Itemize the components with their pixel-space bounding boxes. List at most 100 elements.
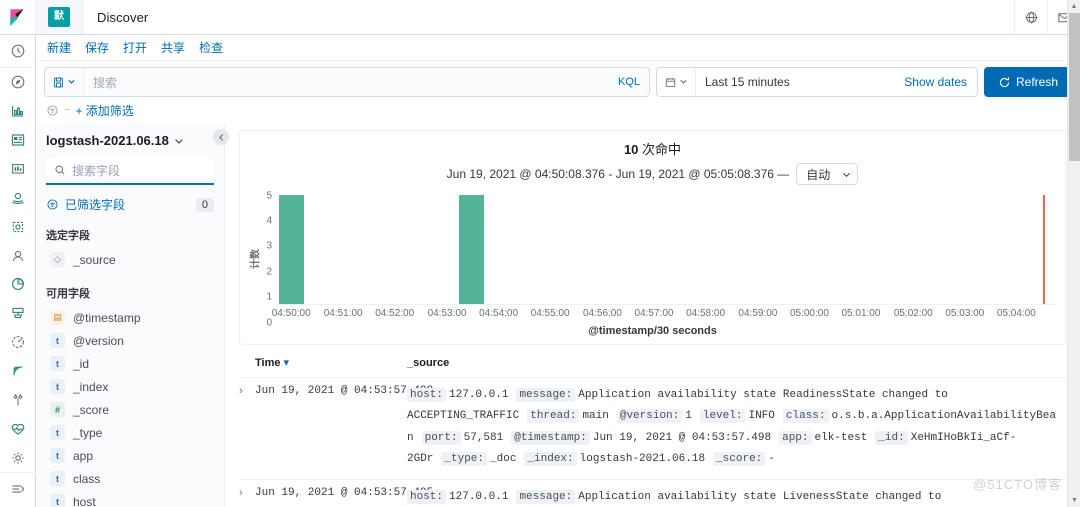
page-scrollbar[interactable]: ▲ ▼ — [1067, 0, 1080, 507]
page-title: Discover — [97, 9, 149, 25]
sidebar-item-uptime[interactable] — [0, 241, 36, 270]
sidebar-item-devtools[interactable] — [0, 386, 36, 415]
field-search-placeholder: 搜索字段 — [72, 163, 121, 178]
histogram-chart[interactable]: 计数 0 1 2 3 4 5 04:50:00 04:51:00 04:52:0… — [240, 191, 1065, 329]
sidebar-item-visualize[interactable] — [0, 97, 36, 126]
help-globe-icon[interactable] — [1014, 0, 1047, 34]
x-axis-ticks: 04:50:00 04:51:00 04:52:00 04:53:00 04:5… — [272, 307, 1057, 323]
field-value: elk-test — [814, 431, 868, 444]
sidebar-item-graph[interactable] — [0, 270, 36, 299]
field-label: _source — [73, 252, 116, 267]
gear-icon — [11, 452, 24, 464]
collapse-nav-button[interactable] — [0, 472, 36, 505]
sidebar-item-maps[interactable] — [0, 183, 36, 212]
query-bar: 搜索 KQL Last 15 minutes Show dates Refres… — [36, 61, 1080, 97]
selected-fields-title: 选定字段 — [46, 230, 90, 242]
hits-count: 10 — [623, 142, 639, 157]
collapse-sidebar-button[interactable] — [213, 129, 229, 145]
x-tick: 04:54:00 — [479, 308, 519, 319]
query-language-button[interactable]: KQL — [609, 76, 649, 88]
space-badge[interactable]: 默 — [36, 0, 83, 34]
add-filter-button[interactable]: + 添加筛选 — [75, 102, 133, 119]
saved-query-button[interactable] — [45, 68, 84, 96]
field-value: 1 — [685, 410, 692, 423]
filter-icon[interactable] — [46, 104, 59, 117]
time-column-header[interactable]: Time ▾ — [255, 354, 407, 378]
documents-table-wrapper: Time ▾ _source › Jun 19, 2021 @ 04:53:57… — [239, 354, 1066, 507]
sidebar-item-canvas[interactable] — [0, 154, 36, 183]
interval-select[interactable]: 自动 — [796, 163, 859, 185]
field-type-string-icon: t — [50, 379, 65, 394]
menu-save[interactable]: 保存 — [78, 36, 116, 60]
search-input-wrapper[interactable]: 搜索 KQL — [44, 67, 650, 97]
field-type-number-icon: # — [50, 402, 65, 417]
sidebar-item-metrics[interactable] — [0, 328, 36, 357]
show-dates-button[interactable]: Show dates — [894, 75, 977, 89]
field-key: app: — [779, 430, 812, 445]
scroll-up-arrow[interactable]: ▲ — [1068, 0, 1080, 13]
user-icon — [12, 250, 23, 261]
field-item-index[interactable]: t _index — [36, 375, 224, 398]
sidebar-item-machine-learning[interactable] — [0, 212, 36, 241]
expand-column-header — [239, 354, 255, 378]
graph-icon — [11, 278, 24, 291]
expand-row-button[interactable]: › — [239, 479, 255, 507]
histogram-bar[interactable] — [458, 195, 484, 304]
field-item-class[interactable]: t class — [36, 467, 224, 490]
date-picker[interactable]: Last 15 minutes Show dates — [656, 67, 978, 97]
scroll-down-arrow[interactable]: ▼ — [1068, 494, 1080, 507]
sidebar-item-discover[interactable] — [0, 68, 36, 97]
field-item-version[interactable]: t @version — [36, 329, 224, 352]
sidebar-item-dashboard[interactable] — [0, 126, 36, 155]
date-quick-select-button[interactable] — [657, 68, 696, 96]
sort-caret-icon[interactable]: ▾ — [283, 357, 289, 369]
field-item-score[interactable]: # _score — [36, 398, 224, 421]
saved-query-caret — [67, 75, 76, 89]
field-item-timestamp[interactable]: ▤ @timestamp — [36, 306, 224, 329]
table-row[interactable]: › Jun 19, 2021 @ 04:53:57.498 host: 127.0… — [239, 377, 1066, 480]
field-item-app[interactable]: t app — [36, 444, 224, 467]
main-body: 新建 保存 打开 共享 检查 搜索 KQL Last 15 minutes Sh… — [0, 35, 1080, 507]
filtered-fields-toggle[interactable]: 已筛选字段 0 — [36, 196, 224, 213]
menu-open[interactable]: 打开 — [116, 36, 154, 60]
histogram-bar[interactable] — [278, 195, 304, 304]
refresh-button[interactable]: Refresh — [984, 67, 1072, 97]
field-type-string-icon: t — [50, 356, 65, 371]
index-pattern-selector[interactable]: logstash-2021.06.18 — [36, 133, 224, 148]
field-sidebar: logstash-2021.06.18 搜索字段 已筛选字段 0 选定字段 ◇ … — [36, 123, 225, 507]
chevron-down-icon — [175, 138, 183, 144]
field-key: host: — [407, 489, 447, 504]
x-tick: 05:04:00 — [996, 308, 1036, 319]
sidebar-item-apm[interactable] — [0, 299, 36, 328]
field-label: _score — [73, 402, 110, 417]
visualize-icon — [11, 106, 23, 117]
field-key: _index: — [524, 452, 577, 467]
histogram-chart-card: 10 次命中 Jun 19, 2021 @ 04:50:08.376 - Jun… — [239, 130, 1066, 345]
date-range-value[interactable]: Last 15 minutes — [696, 75, 894, 89]
search-input[interactable]: 搜索 — [84, 74, 609, 91]
menu-inspect[interactable]: 检查 — [192, 36, 230, 60]
field-key: _score: — [713, 452, 766, 467]
field-item-host[interactable]: t host — [36, 490, 224, 507]
field-search-input[interactable]: 搜索字段 — [46, 157, 214, 185]
expand-row-button[interactable]: › — [239, 377, 255, 480]
main-column: 新建 保存 打开 共享 检查 搜索 KQL Last 15 minutes Sh… — [36, 35, 1080, 507]
clock-icon — [11, 44, 24, 58]
field-item-source[interactable]: ◇ _source — [36, 248, 224, 271]
sidebar-item-logs[interactable] — [0, 357, 36, 386]
row-source: host: 127.0.0.1 message: Application availa… — [407, 479, 1066, 507]
sidebar-item-monitoring[interactable] — [0, 414, 36, 443]
sidebar-item-recently-viewed[interactable] — [0, 35, 36, 68]
source-column-header[interactable]: _source — [407, 354, 1066, 378]
chevron-left-icon — [218, 133, 223, 141]
field-item-type[interactable]: t _type — [36, 421, 224, 444]
menu-new[interactable]: 新建 — [40, 36, 78, 60]
sidebar-item-management[interactable] — [0, 443, 36, 472]
y-tick: 2 — [266, 266, 272, 278]
field-item-id[interactable]: t _id — [36, 352, 224, 375]
field-value: logstash-2021.06.18 — [579, 453, 706, 466]
table-row[interactable]: › Jun 19, 2021 @ 04:53:57.495 host: 127.0… — [239, 479, 1066, 507]
menu-share[interactable]: 共享 — [154, 36, 192, 60]
kibana-logo[interactable] — [0, 0, 36, 34]
scrollbar-thumb[interactable] — [1069, 13, 1080, 161]
